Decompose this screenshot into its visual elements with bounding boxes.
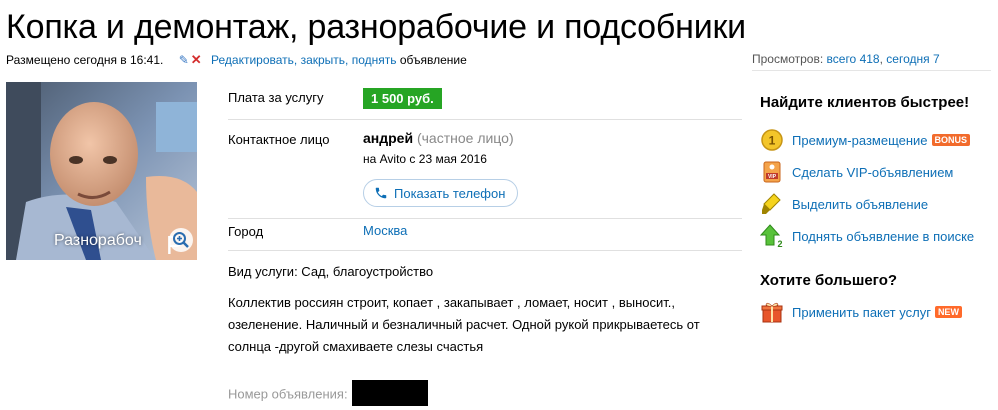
promo-heading: Найдите клиентов быстрее! [760, 94, 970, 111]
views-total-link[interactable]: всего 418 [827, 52, 880, 66]
sidebar-item-premium[interactable]: 1 Премиум-размещение BONUS [760, 124, 992, 156]
contact-name-text: андрей [363, 130, 414, 146]
up-arrow-icon: 2 [760, 224, 784, 248]
price-label: Плата за услугу [228, 90, 324, 105]
views-counter: Просмотров: всего 418, сегодня 7 [752, 52, 940, 66]
description: Коллектив россиян строит, копает , закап… [228, 295, 700, 354]
pencil-icon[interactable]: ✎ [179, 53, 189, 67]
photo-caption: Разнорабоч [54, 232, 142, 249]
show-phone-label: Показать телефон [394, 185, 506, 201]
svg-text:VIP: VIP [768, 174, 777, 180]
ad-number-label: Номер объявления: [228, 386, 348, 402]
divider [752, 70, 991, 71]
city-label: Город [228, 224, 264, 239]
views-sep: , [879, 52, 883, 66]
raise-link[interactable]: Поднять объявление в поиске [792, 229, 974, 244]
post-meta: Размещено сегодня в 16:41. ✎ ✕ Редактиров… [6, 52, 467, 68]
page-title: Копка и демонтаж, разнорабочие и подсобн… [6, 8, 746, 46]
phone-icon [375, 187, 387, 199]
new-badge: NEW [934, 306, 962, 318]
views-today-link[interactable]: сегодня 7 [886, 52, 939, 66]
ad-photo[interactable]: Разнорабоч P [6, 82, 197, 260]
package-icon [760, 300, 784, 324]
member-since: на Avito с 23 мая 2016 [363, 152, 487, 166]
sidebar-item-highlight[interactable]: Выделить объявление [760, 188, 992, 220]
show-phone-button[interactable]: Показать телефон [363, 179, 519, 207]
contact-label: Контактное лицо [228, 132, 330, 147]
divider [228, 119, 742, 120]
premium-coin-icon: 1 [760, 128, 784, 152]
premium-link[interactable]: Премиум-размещение [792, 133, 928, 148]
views-label: Просмотров: [752, 52, 824, 66]
divider [228, 218, 742, 219]
city-link[interactable]: Москва [363, 223, 407, 238]
more-heading: Хотите большего? [760, 272, 898, 289]
sidebar-item-package[interactable]: Применить пакет услуг NEW [760, 296, 992, 328]
service-type: Вид услуги: Сад, благоустройство [228, 264, 434, 279]
package-link[interactable]: Применить пакет услуг [792, 305, 931, 320]
posted-time: Размещено сегодня в 16:41. [6, 53, 164, 67]
contact-name: андрей (частное лицо) [363, 130, 514, 146]
contact-type: (частное лицо) [416, 130, 514, 146]
highlighter-icon [760, 192, 784, 216]
svg-text:2: 2 [777, 239, 782, 248]
edit-suffix: объявление [399, 53, 467, 67]
bonus-badge: BONUS [931, 134, 971, 146]
redacted-block [351, 380, 428, 406]
ad-number: Номер объявления: [228, 380, 428, 408]
vip-link[interactable]: Сделать VIP-объявлением [792, 165, 953, 180]
close-icon[interactable]: ✕ [191, 52, 202, 67]
vip-icon: VIP [760, 160, 784, 184]
zoom-icon[interactable] [169, 228, 193, 252]
sidebar-item-raise[interactable]: 2 Поднять объявление в поиске [760, 220, 992, 252]
divider [228, 250, 742, 251]
highlight-link[interactable]: Выделить объявление [792, 197, 928, 212]
svg-text:1: 1 [769, 134, 776, 148]
price-badge: 1 500 руб. [363, 88, 442, 109]
edit-link[interactable]: Редактировать, закрыть, поднять [211, 53, 396, 67]
sidebar-item-vip[interactable]: VIP Сделать VIP-объявлением [760, 156, 992, 188]
promo-sidebar: Найдите клиентов быстрее! 1 Премиум-разм… [760, 92, 992, 328]
